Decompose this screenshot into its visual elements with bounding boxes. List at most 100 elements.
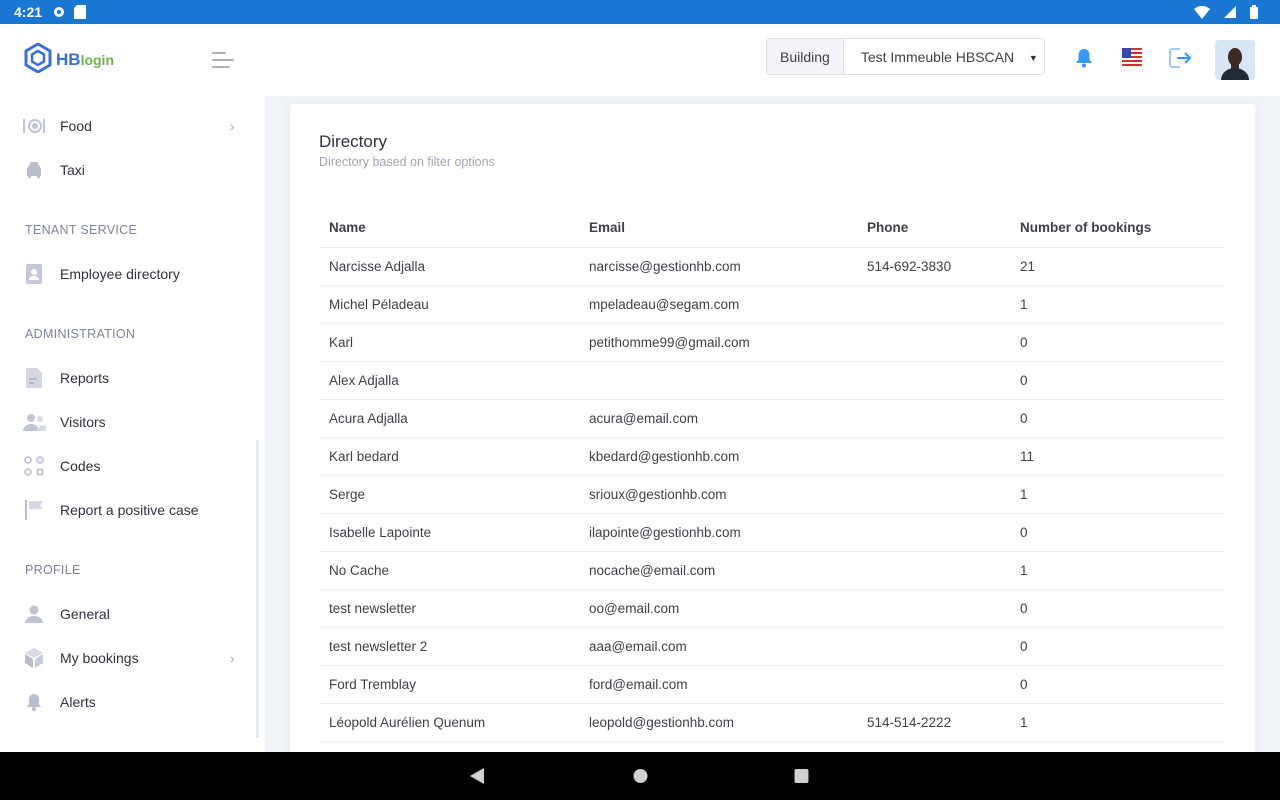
brand-hb: HB: [56, 50, 81, 69]
cell-name: test newsletter 2: [319, 627, 579, 666]
taxi-icon: [22, 158, 46, 182]
hexagon-logo-icon: [24, 41, 52, 78]
cell-bookings: 0: [1010, 399, 1225, 438]
cell-phone: 514-692-3830: [857, 247, 1010, 286]
cell-phone: [857, 513, 1010, 552]
android-nav-bar: [0, 752, 1280, 800]
sidebar-item-general[interactable]: General: [0, 594, 265, 634]
page-subtitle: Directory based on filter options: [319, 155, 495, 169]
bell-icon: [22, 690, 46, 714]
cell-bookings: 1: [1010, 703, 1225, 742]
sidebar-scrollbar[interactable]: [256, 440, 259, 738]
cell-email: [579, 361, 857, 400]
sidebar-item-label: General: [60, 606, 110, 622]
user-icon: [22, 602, 46, 626]
cell-name: Ford Tremblay: [319, 665, 579, 704]
cell-email: nocache@email.com: [579, 551, 857, 590]
column-header-bookings[interactable]: Number of bookings: [1010, 209, 1225, 248]
table-row[interactable]: Acura Adjalla acura@email.com 0: [319, 399, 1225, 438]
building-label: Building: [767, 39, 844, 74]
building-select-value: Test Immeuble HBSCAN: [860, 48, 1015, 65]
cell-phone: [857, 627, 1010, 666]
sidebar-item-codes[interactable]: Codes: [0, 446, 265, 486]
table-header-row: Name Email Phone Number of bookings: [319, 209, 1225, 248]
us-flag-icon[interactable]: [1120, 46, 1144, 70]
logout-icon[interactable]: [1168, 46, 1192, 70]
sidebar-item-food[interactable]: Food ›: [0, 106, 265, 146]
sidebar-item-taxi[interactable]: Taxi: [0, 150, 265, 190]
cell-name: Michel Péladeau: [319, 285, 579, 324]
cell-name: Narcisse Adjalla: [319, 247, 579, 286]
column-header-name[interactable]: Name: [319, 209, 579, 248]
recents-square-icon[interactable]: [794, 768, 809, 789]
table-row[interactable]: Michel Péladeau mpeladeau@segam.com 1: [319, 285, 1225, 324]
table-row[interactable]: test newsletter 2 aaa@email.com 0: [319, 627, 1225, 666]
cell-name: Karl: [319, 323, 579, 362]
chevron-right-icon: ›: [230, 118, 235, 134]
column-header-email[interactable]: Email: [579, 209, 857, 248]
notification-bell-icon[interactable]: [1072, 46, 1096, 70]
cell-email: ford@email.com: [579, 665, 857, 704]
sidebar-item-reports[interactable]: Reports: [0, 358, 265, 398]
sidebar-item-label: Food: [60, 118, 92, 134]
chevron-right-icon: ›: [230, 650, 235, 666]
cell-email: mpeladeau@segam.com: [579, 285, 857, 324]
cell-email: srioux@gestionhb.com: [579, 475, 857, 514]
sidebar-item-label: Reports: [60, 370, 110, 386]
battery-icon: [1250, 5, 1258, 19]
directory-table-body: Narcisse Adjalla narcisse@gestionhb.com 51…: [319, 247, 1225, 742]
building-selector: Building Test Immeuble HBSCAN ▼: [766, 38, 1045, 75]
table-row[interactable]: test newsletter oo@email.com 0: [319, 589, 1225, 628]
section-title-tenant-service: TENANT SERVICE: [25, 223, 138, 237]
table-row[interactable]: Alex Adjalla 0: [319, 361, 1225, 400]
column-header-phone[interactable]: Phone: [857, 209, 1010, 248]
cell-bookings: 21: [1010, 247, 1225, 286]
cell-email: kbedard@gestionhb.com: [579, 437, 857, 476]
directory-card: Directory Directory based on filter opti…: [290, 104, 1255, 764]
back-triangle-icon[interactable]: [470, 768, 485, 789]
sidebar-item-my-bookings[interactable]: My bookings ›: [0, 638, 265, 678]
table-row[interactable]: Isabelle Lapointe ilapointe@gestionhb.com…: [319, 513, 1225, 552]
sidebar-item-alerts[interactable]: Alerts: [0, 682, 265, 722]
box-icon: [22, 646, 46, 670]
sd-card-icon: [74, 5, 87, 19]
cell-bookings: 0: [1010, 665, 1225, 704]
table-row[interactable]: Karl bedard kbedard@gestionhb.com 11: [319, 437, 1225, 476]
table-row[interactable]: Ford Tremblay ford@email.com 0: [319, 665, 1225, 704]
cell-phone: 514-514-2222: [857, 703, 1010, 742]
sidebar-item-label: Taxi: [60, 162, 85, 178]
cell-name: Isabelle Lapointe: [319, 513, 579, 552]
cell-name: test newsletter: [319, 589, 579, 628]
sidebar-item-report-positive-case[interactable]: Report a positive case: [0, 490, 265, 530]
home-circle-icon[interactable]: [633, 768, 648, 789]
cell-email: narcisse@gestionhb.com: [579, 247, 857, 286]
cell-phone: [857, 361, 1010, 400]
table-row[interactable]: Narcisse Adjalla narcisse@gestionhb.com 51…: [319, 247, 1225, 286]
cell-bookings: 0: [1010, 589, 1225, 628]
sidebar-toggle-icon[interactable]: [212, 52, 236, 70]
table-row[interactable]: Karl petithomme99@gmail.com 0: [319, 323, 1225, 362]
cell-bookings: 0: [1010, 513, 1225, 552]
building-select[interactable]: Test Immeuble HBSCAN ▼: [843, 39, 1044, 74]
table-row[interactable]: Léopold Aurélien Quenum leopold@gestionhb…: [319, 703, 1225, 742]
cell-bookings: 1: [1010, 285, 1225, 324]
codes-icon: [22, 454, 46, 478]
cell-email: oo@email.com: [579, 589, 857, 628]
sidebar-item-visitors[interactable]: Visitors: [0, 402, 265, 442]
cell-bookings: 1: [1010, 551, 1225, 590]
cell-phone: [857, 323, 1010, 362]
cell-name: Acura Adjalla: [319, 399, 579, 438]
cell-phone: [857, 589, 1010, 628]
users-icon: [22, 410, 46, 434]
brand-login: login: [80, 52, 114, 68]
section-title-administration: ADMINISTRATION: [25, 327, 136, 341]
android-status-bar: 4:21: [0, 0, 1280, 24]
table-row[interactable]: No Cache nocache@email.com 1: [319, 551, 1225, 590]
user-avatar[interactable]: [1215, 40, 1255, 80]
table-row[interactable]: Serge srioux@gestionhb.com 1: [319, 475, 1225, 514]
signal-icon: [1224, 6, 1236, 18]
cell-name: No Cache: [319, 551, 579, 590]
cell-email: leopold@gestionhb.com: [579, 703, 857, 742]
sidebar-item-employee-directory[interactable]: Employee directory: [0, 254, 265, 294]
cell-phone: [857, 285, 1010, 324]
